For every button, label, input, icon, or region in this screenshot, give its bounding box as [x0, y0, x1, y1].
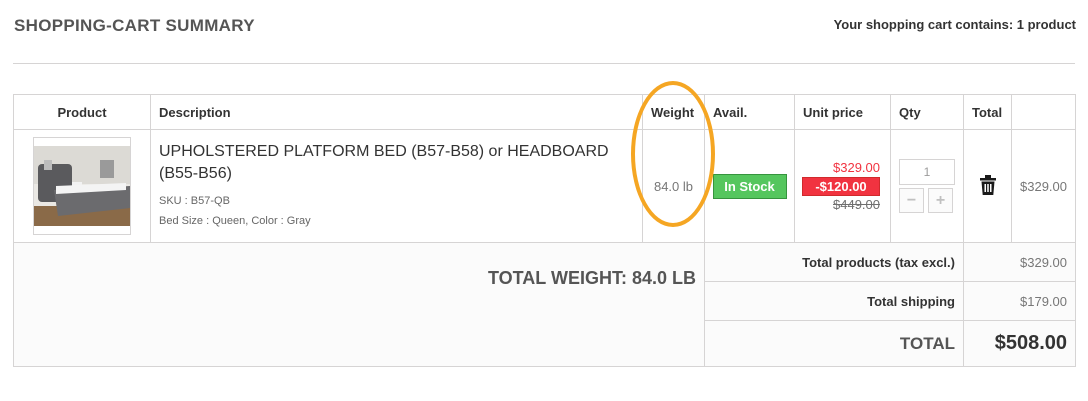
weight-cell: 84.0 lb	[642, 129, 705, 243]
in-stock-badge: In Stock	[712, 173, 787, 199]
qty-increase-button[interactable]: +	[928, 188, 953, 213]
discount-badge: -$120.00	[802, 176, 880, 196]
header-unit-price: Unit price	[794, 94, 891, 130]
header-avail: Avail.	[704, 94, 795, 130]
product-image-cell	[13, 129, 151, 243]
qty-decrease-button[interactable]: −	[899, 188, 924, 213]
product-thumbnail[interactable]	[33, 137, 131, 235]
product-name-link[interactable]: UPHOLSTERED PLATFORM BED (B57-B58) or HE…	[159, 141, 634, 185]
total-shipping-label: Total shipping	[704, 281, 964, 321]
header-description: Description	[150, 94, 643, 130]
unit-price-cell: $329.00 -$120.00 $449.00	[794, 129, 891, 243]
page-title: SHOPPING-CART SUMMARY	[14, 16, 255, 35]
summary-row-products: TOTAL WEIGHT: 84.0 LB Total products (ta…	[13, 242, 1076, 367]
delete-cell	[963, 129, 1012, 243]
qty-cell: 1 − +	[890, 129, 964, 243]
header-product: Product	[13, 94, 151, 130]
line-total-cell: $329.00	[1011, 129, 1076, 243]
grand-total-label: TOTAL	[704, 320, 964, 367]
product-attributes: Bed Size : Queen, Color : Gray	[159, 215, 311, 227]
header-blank	[1011, 94, 1076, 130]
cart-count-text: Your shopping cart contains: 1 product	[833, 17, 1076, 32]
cart-table: Product Description Weight Avail. Unit p…	[13, 94, 1076, 367]
table-header-row: Product Description Weight Avail. Unit p…	[13, 94, 1076, 130]
total-products-value: $329.00	[963, 242, 1076, 282]
trash-icon[interactable]	[979, 174, 996, 198]
bed-image	[34, 146, 130, 226]
availability-cell: In Stock	[704, 129, 795, 243]
table-row: UPHOLSTERED PLATFORM BED (B57-B58) or HE…	[13, 129, 1076, 243]
total-products-label: Total products (tax excl.)	[704, 242, 964, 282]
header-divider	[13, 63, 1075, 64]
total-shipping-value: $179.00	[963, 281, 1076, 321]
header-qty: Qty	[890, 94, 964, 130]
product-description-cell: UPHOLSTERED PLATFORM BED (B57-B58) or HE…	[150, 129, 643, 243]
price-old: $449.00	[833, 196, 880, 212]
grand-total-value: $508.00	[963, 320, 1076, 367]
product-sku: SKU : B57-QB	[159, 195, 230, 207]
total-weight-text: TOTAL WEIGHT: 84.0 LB	[13, 242, 705, 367]
header-weight: Weight	[642, 94, 705, 130]
price-current: $329.00	[833, 159, 880, 175]
quantity-input[interactable]: 1	[899, 159, 955, 185]
header-total: Total	[963, 94, 1012, 130]
